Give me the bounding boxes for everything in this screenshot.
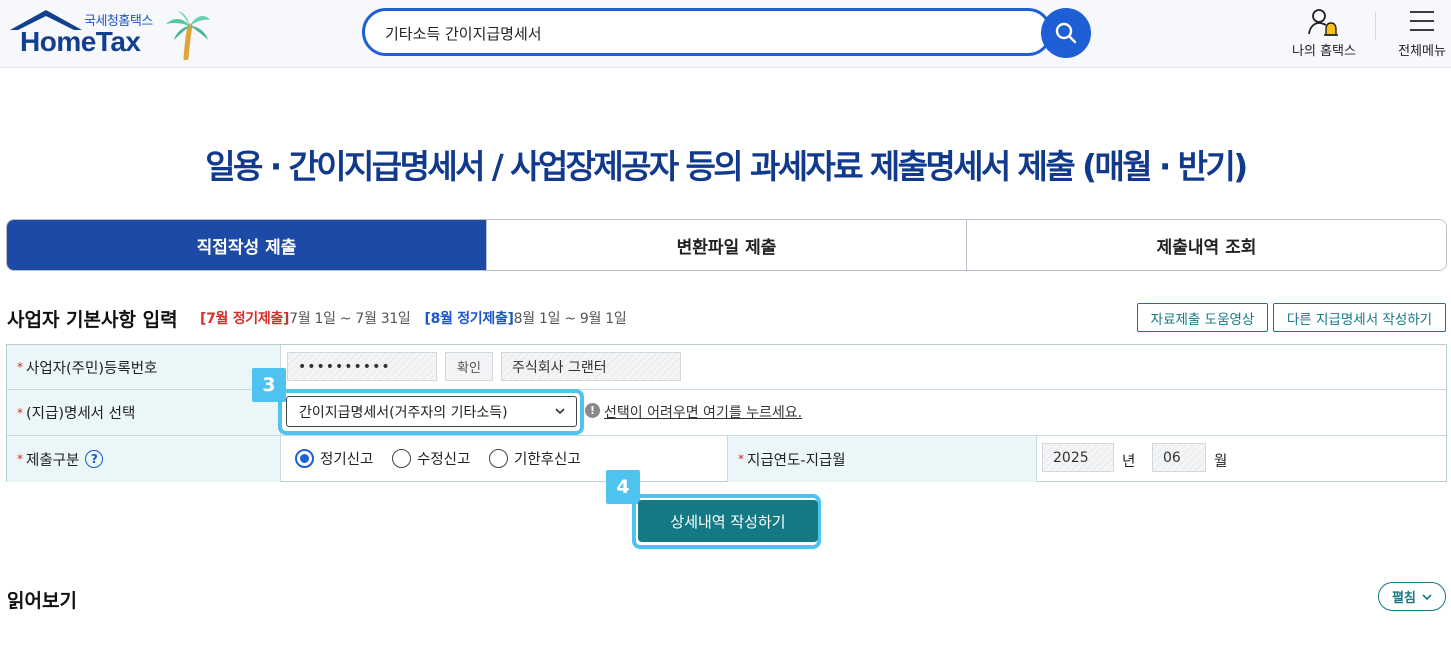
required-mark: * — [738, 452, 744, 466]
write-detail-button[interactable]: 상세내역 작성하기 — [638, 500, 818, 542]
pay-year-field[interactable]: 2025 — [1042, 443, 1114, 472]
user-bell-icon — [1308, 9, 1338, 36]
aug-range: 8월 1일 ~ 9월 1일 — [513, 311, 627, 327]
chevron-down-icon — [555, 408, 565, 415]
year-unit: 년 — [1122, 454, 1136, 470]
required-mark: * — [17, 452, 23, 466]
info-icon: ! — [585, 403, 600, 418]
statement-type-select[interactable]: 간이지급명세서(거주자의 기타소득) — [286, 396, 577, 427]
row-submit-type: * 제출구분? * 지급연도-지급월 — [7, 436, 1446, 482]
tab-file-upload[interactable]: 변환파일 제출 — [486, 220, 966, 270]
submission-tabs: 직접작성 제출 변환파일 제출 제출내역 조회 — [6, 219, 1447, 271]
radio-circle — [489, 449, 508, 468]
tab-direct-write[interactable]: 직접작성 제출 — [7, 220, 486, 270]
expand-button[interactable]: 펼침 — [1378, 582, 1446, 611]
radio-late[interactable]: 기한후신고 — [489, 448, 581, 469]
biz-no-field[interactable]: •••••••••• — [287, 352, 437, 381]
expand-label: 펼침 — [1392, 591, 1416, 606]
my-hometax-button[interactable]: 나의 홈택스 — [1284, 6, 1364, 62]
statement-type-selected: 간이지급명세서(거주자의 기타소득) — [299, 404, 508, 421]
step-4-badge: 4 — [606, 470, 640, 504]
statement-help-link[interactable]: 선택이 어려우면 여기를 누르세요. — [604, 402, 802, 422]
radio-circle — [295, 449, 314, 468]
company-name-field: 주식회사 그랜터 — [501, 352, 681, 381]
top-header: 국세청홈택스 HomeTax 기타소득 간이지급명세서 나의 홈택스 전체메뉴 — [0, 0, 1451, 68]
section-title: 사업자 기본사항 입력 — [7, 309, 178, 331]
submit-type-label: * 제출구분? — [7, 436, 281, 482]
submission-period-note: [7월 정기제출]7월 1일 ~ 7월 31일 [8월 정기제출]8월 1일 ~ … — [200, 308, 627, 328]
statement-type-label: * (지급)명세서 선택 — [7, 390, 281, 435]
search-input-value: 기타소득 간이지급명세서 — [385, 25, 542, 43]
row-biz-no: * 사업자(주민)등록번호 — [7, 345, 1446, 390]
palm-tree-icon — [166, 11, 210, 60]
radio-regular[interactable]: 정기신고 — [295, 448, 373, 469]
required-mark: * — [17, 405, 23, 420]
other-form-button[interactable]: 다른 지급명세서 작성하기 — [1273, 303, 1446, 332]
required-mark: * — [17, 360, 23, 374]
tab-history[interactable]: 제출내역 조회 — [966, 220, 1446, 270]
header-divider — [1375, 12, 1376, 40]
aug-tag: [8월 정기제출] — [424, 311, 514, 327]
july-tag: [7월 정기제출] — [200, 311, 290, 327]
search-button[interactable] — [1041, 8, 1091, 58]
confirm-button[interactable]: 확인 — [445, 352, 493, 381]
radio-amended[interactable]: 수정신고 — [392, 448, 470, 469]
month-unit: 월 — [1214, 454, 1228, 470]
radio-circle — [392, 449, 411, 468]
step-3-badge: 3 — [252, 368, 286, 402]
all-menu-button[interactable]: 전체메뉴 — [1391, 6, 1451, 62]
chevron-down-icon — [1422, 593, 1432, 600]
hometax-logo[interactable]: 국세청홈택스 HomeTax — [6, 6, 216, 62]
biz-no-label: * 사업자(주민)등록번호 — [7, 345, 281, 389]
page-title: 일용 · 간이지급명세서 / 사업장제공자 등의 과세자료 제출명세서 제출 (… — [205, 147, 1248, 186]
help-video-button[interactable]: 자료제출 도움영상 — [1137, 303, 1268, 332]
logo-title: HomeTax — [20, 26, 141, 57]
read-more-title: 읽어보기 — [7, 590, 77, 612]
all-menu-label: 전체메뉴 — [1398, 44, 1446, 59]
hamburger-menu-icon — [1410, 11, 1434, 31]
search-icon — [1055, 22, 1077, 44]
help-question-icon[interactable]: ? — [85, 450, 104, 468]
pay-month-field[interactable]: 06 — [1152, 443, 1206, 472]
pay-period-label: * 지급연도-지급월 — [727, 436, 1037, 482]
search-input[interactable]: 기타소득 간이지급명세서 — [362, 8, 1052, 56]
my-hometax-label: 나의 홈택스 — [1292, 44, 1356, 59]
july-range: 7월 1일 ~ 7월 31일 — [289, 311, 411, 327]
